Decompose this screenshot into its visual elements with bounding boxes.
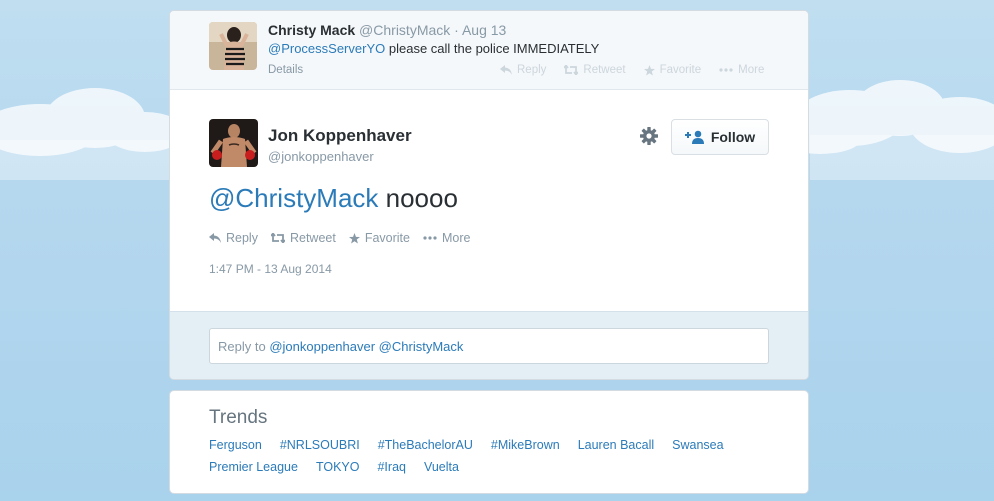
mention-link[interactable]: @ProcessServerYO xyxy=(268,41,385,56)
follow-button[interactable]: Follow xyxy=(671,119,769,155)
reply-prefix: Reply to xyxy=(218,339,266,354)
more-dots-icon xyxy=(423,236,437,240)
favorite-label: Favorite xyxy=(659,64,702,76)
reply-icon xyxy=(209,233,221,243)
tweet-date[interactable]: Aug 13 xyxy=(462,22,506,38)
main-tweet-actions: Reply Retweet Favorite More xyxy=(209,231,470,245)
tweet-body: please call the police IMMEDIATELY xyxy=(388,41,600,56)
previous-tweet-header: Christy Mack @ChristyMack · Aug 13 xyxy=(268,22,506,38)
trend-link[interactable]: #Iraq xyxy=(377,460,406,474)
more-button[interactable]: More xyxy=(423,231,470,245)
author-name[interactable]: Christy Mack xyxy=(268,22,355,38)
trend-link[interactable]: Ferguson xyxy=(209,438,262,452)
tweet-body: noooo xyxy=(385,183,458,213)
more-button[interactable]: More xyxy=(719,64,764,76)
follow-label: Follow xyxy=(710,129,756,145)
previous-tweet[interactable]: Christy Mack @ChristyMack · Aug 13 @Proc… xyxy=(170,11,808,90)
previous-tweet-text: @ProcessServerYO please call the police … xyxy=(268,41,599,56)
author-handle[interactable]: @jonkoppenhaver xyxy=(268,149,374,164)
christy-mack-avatar[interactable] xyxy=(209,22,257,70)
trend-link[interactable]: #NRLSOUBRI xyxy=(280,438,360,452)
jon-koppenhaver-avatar[interactable] xyxy=(209,119,258,167)
reply-mention-1: @jonkoppenhaver xyxy=(269,339,376,354)
trend-link[interactable]: #TheBachelorAU xyxy=(378,438,473,452)
add-user-icon xyxy=(684,130,704,144)
trend-link[interactable]: #MikeBrown xyxy=(491,438,560,452)
tweet-timestamp[interactable]: 1:47 PM - 13 Aug 2014 xyxy=(209,262,332,276)
reply-label: Reply xyxy=(517,64,547,76)
gear-icon[interactable] xyxy=(639,126,659,146)
favorite-star-icon xyxy=(348,232,360,244)
trend-link[interactable]: Vuelta xyxy=(424,460,459,474)
separator: · xyxy=(454,22,459,38)
reply-label: Reply xyxy=(226,231,258,245)
favorite-button[interactable]: Favorite xyxy=(643,64,702,76)
retweet-label: Retweet xyxy=(289,231,336,245)
trends-row-2: Premier League TOKYO #Iraq Vuelta xyxy=(209,460,459,474)
previous-tweet-actions: Reply Retweet Favorite More xyxy=(500,64,764,76)
reply-input[interactable]: Reply to @jonkoppenhaver @ChristyMack xyxy=(209,328,769,364)
retweet-label: Retweet xyxy=(583,64,626,76)
favorite-label: Favorite xyxy=(364,231,410,245)
mention-link[interactable]: @ChristyMack xyxy=(209,183,378,213)
trends-title: Trends xyxy=(209,407,268,428)
tweet-thread-card: Christy Mack @ChristyMack · Aug 13 @Proc… xyxy=(169,10,809,380)
trend-link[interactable]: Premier League xyxy=(209,460,298,474)
author-handle[interactable]: @ChristyMack xyxy=(359,22,450,38)
reply-button[interactable]: Reply xyxy=(500,64,546,76)
trends-card: Trends Ferguson #NRLSOUBRI #TheBachelorA… xyxy=(169,390,809,494)
retweet-button[interactable]: Retweet xyxy=(564,64,626,76)
details-link[interactable]: Details xyxy=(268,64,303,76)
reply-icon xyxy=(500,65,512,75)
retweet-icon xyxy=(270,233,285,243)
more-label: More xyxy=(738,64,765,76)
reply-mention-2: @ChristyMack xyxy=(378,339,464,354)
trend-link[interactable]: Lauren Bacall xyxy=(578,438,654,452)
retweet-icon xyxy=(564,65,579,75)
more-dots-icon xyxy=(719,68,733,72)
favorite-star-icon xyxy=(643,64,655,76)
author-name[interactable]: Jon Koppenhaver xyxy=(268,126,412,146)
retweet-button[interactable]: Retweet xyxy=(270,231,336,245)
trend-link[interactable]: Swansea xyxy=(672,438,723,452)
reply-area: Reply to @jonkoppenhaver @ChristyMack xyxy=(170,311,808,379)
trend-link[interactable]: TOKYO xyxy=(316,460,360,474)
reply-button[interactable]: Reply xyxy=(209,231,258,245)
main-tweet-text: @ChristyMack noooo xyxy=(209,183,458,214)
trends-row-1: Ferguson #NRLSOUBRI #TheBachelorAU #Mike… xyxy=(209,438,724,452)
favorite-button[interactable]: Favorite xyxy=(348,231,410,245)
more-label: More xyxy=(441,231,471,245)
